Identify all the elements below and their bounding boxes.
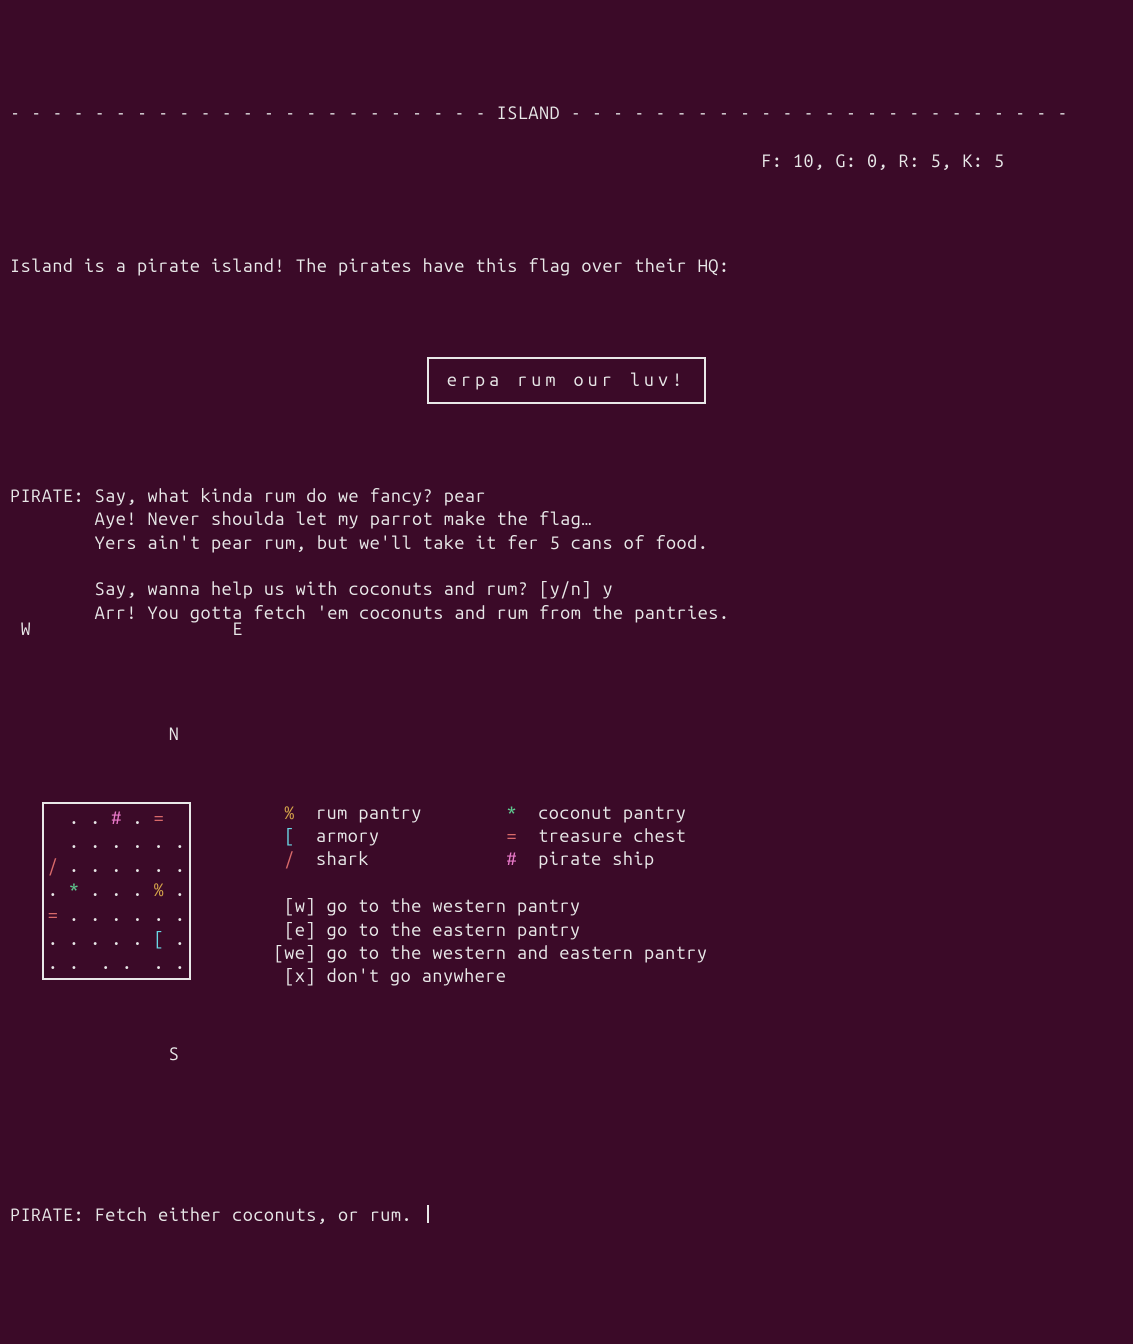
pirate-ship-icon: # — [111, 808, 122, 828]
command-go-east[interactable]: [e] go to the eastern pantry — [274, 920, 581, 940]
flag-banner: erpa rum our luv! — [427, 357, 706, 404]
compass-we: W E — [10, 618, 243, 641]
shark-icon: / — [284, 849, 295, 869]
treasure-chest-icon: = — [48, 905, 59, 925]
dialogue-block: PIRATE: Say, what kinda rum do we fancy?… — [10, 485, 1123, 625]
command-go-west[interactable]: [w] go to the western pantry — [274, 896, 581, 916]
compass-s: S — [10, 1043, 1123, 1066]
stats-line: F: 10, G: 0, R: 5, K: 5 — [10, 150, 1123, 173]
armory-icon: [ — [284, 826, 295, 846]
armory-icon: [ — [154, 929, 165, 949]
dialogue-line: PIRATE: Say, what kinda rum do we fancy?… — [10, 486, 486, 506]
pirate-ship-icon: # — [506, 849, 517, 869]
legend-block: % rum pantry * coconut pantry [ armory =… — [231, 802, 707, 989]
map-area: N . . # . = . . . . . . / . . . . . . . … — [10, 700, 1123, 1090]
treasure-chest-icon: = — [506, 826, 517, 846]
rum-pantry-icon: % — [284, 803, 295, 823]
rum-pantry-icon: % — [154, 880, 165, 900]
command-go-west-east[interactable]: [we] go to the western and eastern pantr… — [274, 943, 708, 963]
cursor-icon — [427, 1205, 429, 1223]
intro-text: Island is a pirate island! The pirates h… — [10, 255, 1123, 278]
map-grid[interactable]: . . # . = . . . . . . / . . . . . . . * … — [42, 802, 192, 980]
coconut-pantry-icon: * — [69, 880, 80, 900]
command-go-nowhere[interactable]: [x] don't go anywhere — [274, 966, 507, 986]
compass-n: N — [10, 723, 1123, 746]
shark-icon: / — [48, 856, 59, 876]
dialogue-line: Aye! Never shoulda let my parrot make th… — [10, 509, 592, 529]
header-title: - - - - - - - - - - - - - - - - - - - - … — [10, 102, 1123, 125]
prompt-line[interactable]: PIRATE: Fetch either coconuts, or rum. — [10, 1204, 1123, 1227]
coconut-pantry-icon: * — [506, 803, 517, 823]
dialogue-line: Yers ain't pear rum, but we'll take it f… — [10, 533, 708, 553]
map-block: . . # . = . . . . . . / . . . . . . . * … — [10, 802, 191, 980]
treasure-chest-icon: = — [154, 808, 165, 828]
dialogue-line: Say, wanna help us with coconuts and rum… — [10, 579, 613, 599]
